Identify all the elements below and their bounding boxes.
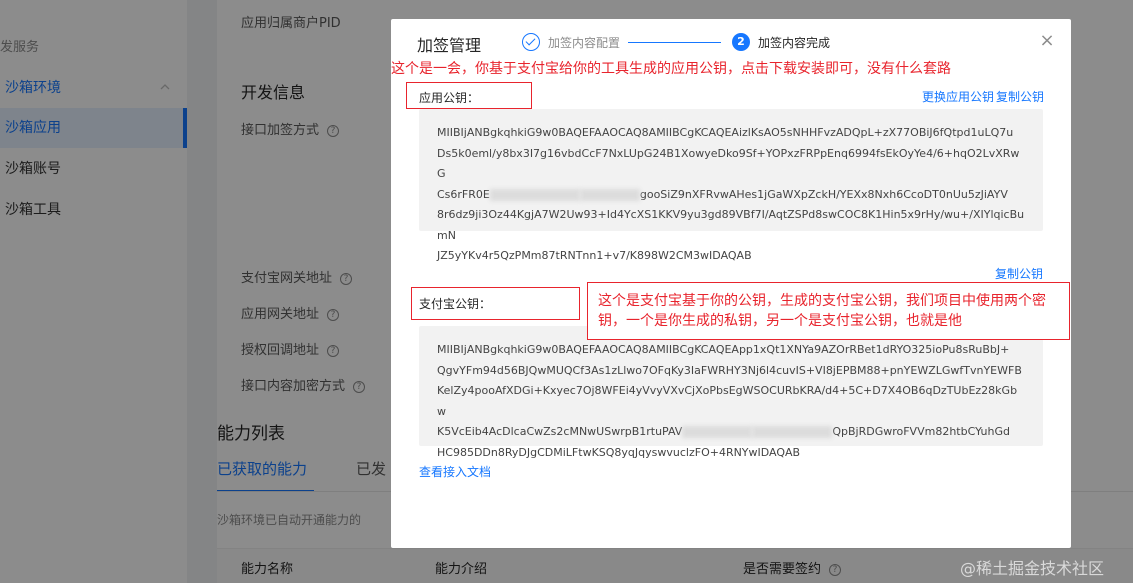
key-line-part: QpBjRDGwroFVVm82htbCYuhGd [832,425,1010,438]
app-public-key-box: MIIBIjANBgkqhkiG9w0BAQEFAAOCAQ8AMIIBCgKC… [419,109,1043,262]
key-line-redacted: K5VcEib4AcDlcaCwZs2cMNwUSwrpB1rtuPAV QpBj… [437,422,1025,443]
step-2-number-icon: 2 [732,33,750,51]
key-line: QgvYFm94d56BJQwMUQCf3As1zLlwo7OFqKy3IaFW… [437,363,1022,377]
step-2-label: 加签内容完成 [758,36,831,50]
copy-app-key-link[interactable]: 复制公钥 [996,88,1044,105]
key-line: 8r6dz9ji3Oz44KgjA7W2Uw93+Id4YcXS1KKV9yu3… [437,208,1025,242]
watermark-text: @稀土掘金技术社区 [960,559,1105,578]
alipay-public-key-box: MIIBIjANBgkqhkiG9w0BAQEFAAOCAQ8AMIIBCgKC… [419,326,1043,459]
key-line: MIIBIjANBgkqhkiG9w0BAQEFAAOCAQ8AMIIBCgKC… [437,343,1010,356]
redacted-blur [489,188,580,201]
copy-alipay-key-link[interactable]: 复制公钥 [995,265,1043,282]
sign-management-modal: 加签管理 加签内容配置 2 加签内容完成 × 这个是一会，你基于支付宝给你的工具… [391,19,1071,548]
check-circle-icon [522,33,540,51]
key-line: KelZy4pooAfXDGi+Kxyec7Oj8WFEi4yVvyVXvCjX… [437,384,1018,418]
annotation-box-alipay-key: 这个是支付宝基于你的公钥，生成的支付宝公钥，我们项目中使用两个密钥，一个是你生成… [587,282,1070,340]
modal-title: 加签管理 [417,36,482,55]
redacted-blur [752,426,833,438]
key-line: HC985DDn8RyDJgCDMiLFtwKSQ8yqJqyswvuclzFO… [437,445,801,459]
app-public-key-label: 应用公钥： [419,91,480,105]
redacted-blur [682,426,753,438]
annotation-alipay-key: 这个是支付宝基于你的公钥，生成的支付宝公钥，我们项目中使用两个密钥，一个是你生成… [598,293,1046,329]
view-docs-link[interactable]: 查看接入文档 [419,463,491,480]
step-1-label: 加签内容配置 [548,36,621,50]
key-line-redacted: Cs6rFR0E gooSiZ9nXFRvwAHes1jGaWXpZckH/YEX… [437,185,1025,206]
key-line-part: gooSiZ9nXFRvwAHes1jGaWXpZckH/YEXx8Nxh6Cc… [639,187,1008,201]
key-line-part: Cs6rFR0E [437,187,490,201]
step-connector [628,42,721,43]
annotation-app-key: 这个是一会，你基于支付宝给你的工具生成的应用公钥，点击下载安装即可，没有什么套路 [391,61,951,77]
key-line: MIIBIjANBgkqhkiG9w0BAQEFAAOCAQ8AMIIBCgKC… [437,126,1014,139]
close-icon[interactable]: × [1037,31,1057,51]
key-line-part: K5VcEib4AcDlcaCwZs2cMNwUSwrpB1rtuPAV [437,425,683,438]
alipay-public-key-label: 支付宝公钥： [419,297,492,311]
key-line: JZ5yYKv4r5QzPMm87tRNTnn1+v7/K898W2CM3wID… [437,249,752,262]
replace-app-key-link[interactable]: 更换应用公钥 [922,88,994,105]
key-line: Ds5k0eml/y8bx3I7g16vbdCcF7NxLUpG24B1Xowy… [437,146,1020,181]
redacted-blur [579,188,640,201]
